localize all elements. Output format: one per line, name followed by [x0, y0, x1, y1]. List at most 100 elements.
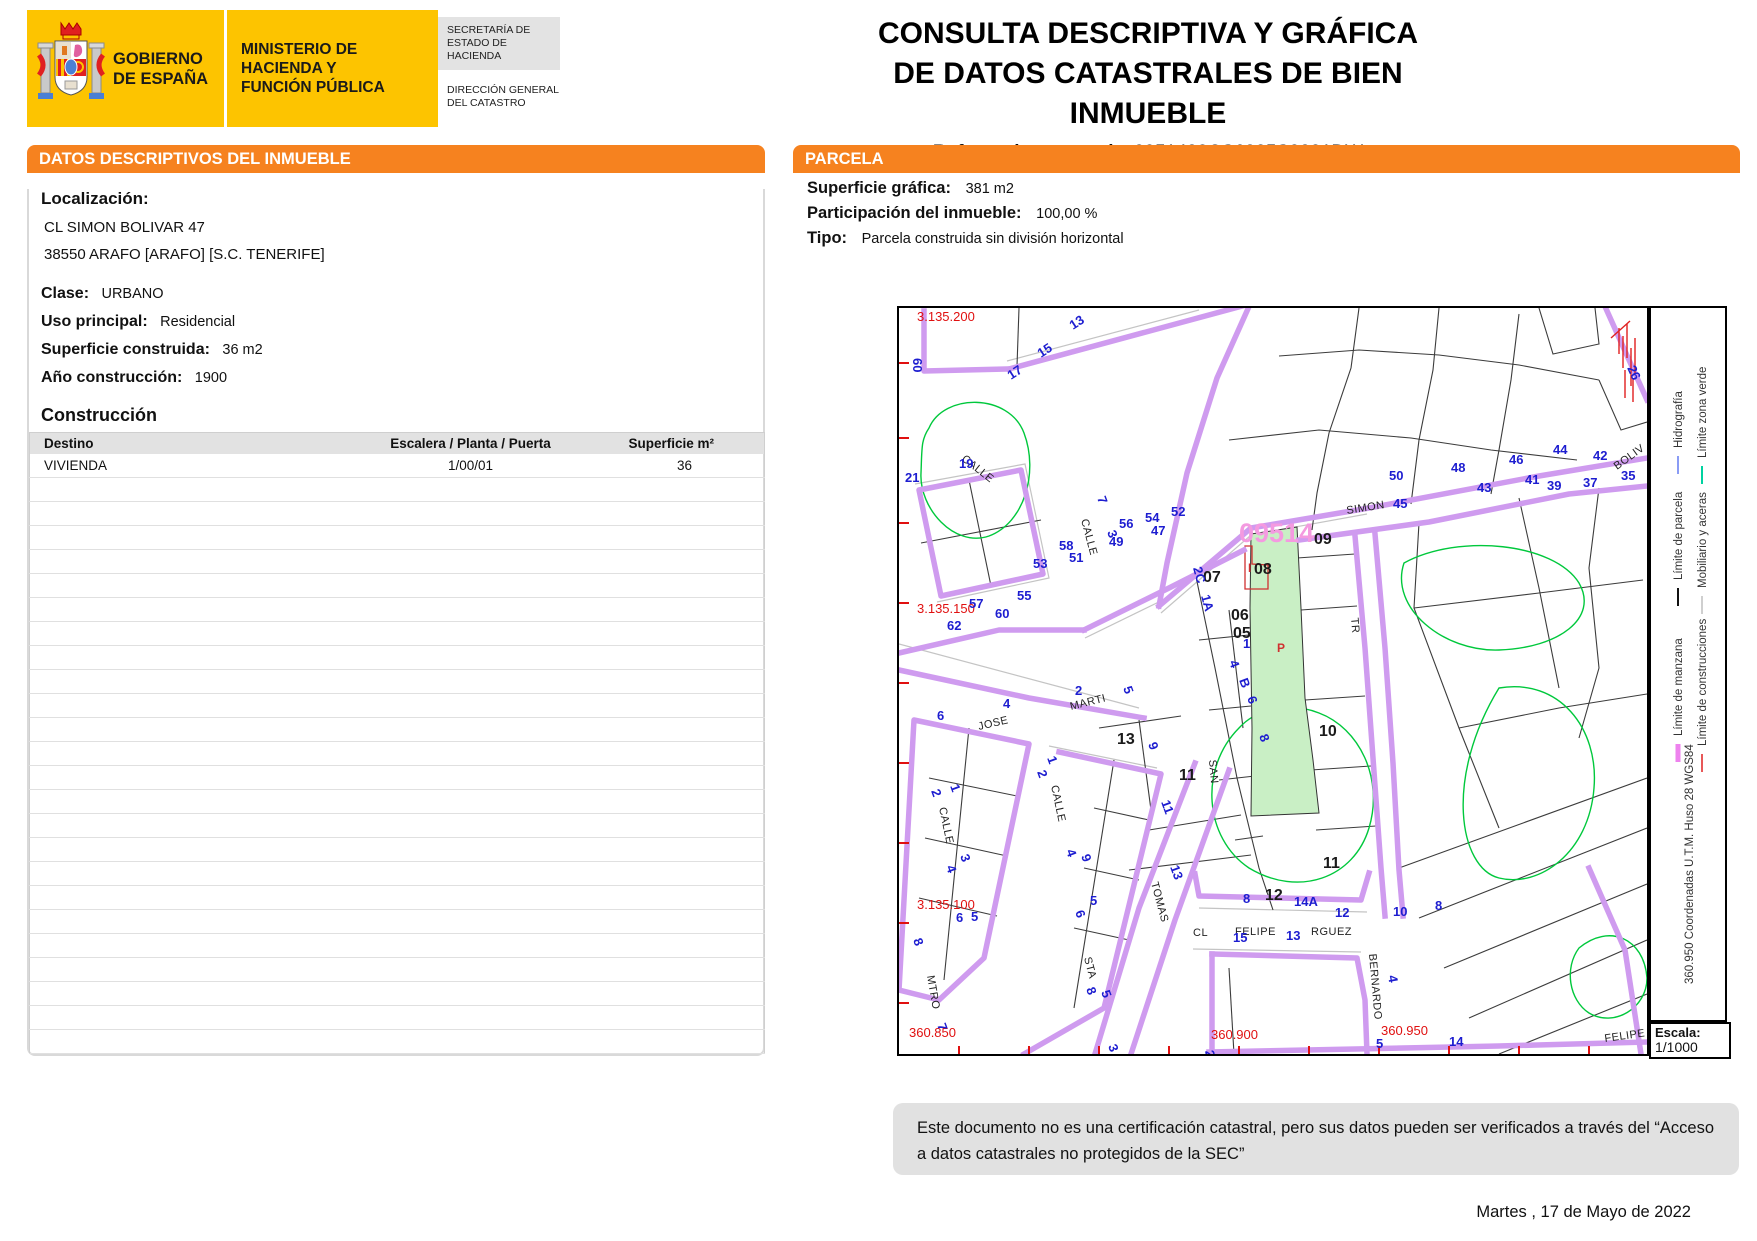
table-cell [338, 693, 603, 718]
field-label: Año construcción: [41, 369, 183, 386]
table-cell [338, 501, 603, 526]
field-superficie-construida: Superficie construida: 36 m2 [41, 341, 763, 359]
map-label: 10 [1319, 723, 1337, 740]
table-cell [602, 717, 765, 742]
map-label: 5 [971, 909, 978, 924]
table-cell [338, 669, 603, 694]
table-row [29, 981, 765, 1006]
map-label: 6 [937, 708, 944, 723]
map-label: 37 [1583, 475, 1597, 490]
map-label: 13 [1117, 731, 1135, 748]
map-label: 8 [1435, 898, 1442, 913]
field-ano-construccion: Año construcción: 1900 [41, 369, 763, 387]
table-cell [29, 669, 339, 694]
map-label: CL [1193, 927, 1208, 939]
legend-item-label: Hidrografía [1673, 391, 1685, 448]
table-cell [602, 909, 765, 934]
map-label: 1 [1243, 636, 1250, 651]
table-cell [602, 885, 765, 910]
table-row [29, 933, 765, 958]
table-row [29, 645, 765, 670]
table-row [29, 717, 765, 742]
title-line-2: DE DATOS CATASTRALES DE BIEN INMUEBLE [893, 57, 1403, 130]
legend-item-label: Límite de construcciones [1697, 619, 1709, 746]
secretaria-box: SECRETARÍA DE ESTADO DE HACIENDA [438, 17, 560, 70]
map-label: 56 [1119, 516, 1133, 531]
field-label: Tipo: [807, 229, 848, 247]
map-label: 3.135.150 [917, 601, 975, 616]
table-row [29, 1005, 765, 1030]
table-cell [29, 861, 339, 886]
table-row [29, 1029, 765, 1054]
table-row [29, 789, 765, 814]
direccion-label: DIRECCIÓN GENERAL DEL CATASTRO [447, 84, 559, 109]
table-cell [338, 981, 603, 1006]
map-label: 3.135.200 [917, 309, 975, 324]
table-cell [338, 573, 603, 598]
table-cell [602, 765, 765, 790]
table-cell [29, 717, 339, 742]
table-cell [29, 765, 339, 790]
datos-descriptivos-header: DATOS DESCRIPTIVOS DEL INMUEBLE [27, 145, 765, 173]
map-label: 57 [969, 596, 983, 611]
table-cell [338, 813, 603, 838]
table-row [29, 885, 765, 910]
map-label: 360.950 [1381, 1023, 1428, 1038]
table-row [29, 861, 765, 886]
table-row [29, 573, 765, 598]
map-label: 2 [1075, 683, 1082, 698]
table-cell [29, 525, 339, 550]
table-cell [29, 885, 339, 910]
map-label: 53 [1033, 556, 1047, 571]
table-row [29, 693, 765, 718]
header-bold: INMUEBLE [264, 150, 351, 168]
map-label: 19 [959, 456, 973, 471]
government-logo-block: GOBIERNO DE ESPAÑA MINISTERIO DE HACIEND… [27, 10, 438, 127]
table-row [29, 477, 765, 502]
scale-value: 1/1000 [1655, 1039, 1698, 1055]
field-label: Participación del inmueble: [807, 204, 1022, 222]
table-cell [602, 477, 765, 502]
ministerio-section: MINISTERIO DE HACIENDA Y FUNCIÓN PÚBLICA [227, 10, 438, 127]
table-cell [602, 693, 765, 718]
table-cell [29, 597, 339, 622]
header-prefix: DATOS DESCRIPTIVOS DEL [39, 150, 265, 168]
field-value: 36 m2 [222, 342, 263, 358]
map-label: 11 [1323, 855, 1340, 872]
legend-item-label: Mobiliario y aceras [1697, 492, 1709, 588]
table-row [29, 549, 765, 574]
map-label: 43 [1477, 480, 1491, 495]
map-label: 4 [1003, 696, 1011, 711]
field-uso-principal: Uso principal: Residencial [41, 313, 763, 331]
map-label: SAN [1206, 759, 1220, 784]
table-cell [602, 573, 765, 598]
table-row [29, 813, 765, 838]
table-header-row: Destino Escalera / Planta / Puerta Super… [29, 432, 765, 454]
table-row [29, 597, 765, 622]
map-legend: Hidrografía Límite zona verde Límite de pa… [1649, 306, 1727, 1022]
table-cell [29, 477, 339, 502]
cadastral-map-svg: 3.135.2003.135.1503.135.100360.850 360.90… [895, 298, 1651, 1059]
map-label: 6 [956, 910, 963, 925]
legend-item-label: Límite de manzana [1673, 638, 1685, 736]
table-cell [29, 693, 339, 718]
map-label: 60 [995, 606, 1009, 621]
table-cell [29, 1005, 339, 1030]
map-label: 49 [1109, 534, 1123, 549]
column-header-superficie: Superficie m² [602, 432, 765, 454]
field-clase: Clase: URBANO [41, 285, 763, 303]
field-value: Parcela construida sin división horizont… [861, 231, 1124, 247]
column-header-escalera: Escalera / Planta / Puerta [338, 432, 603, 454]
table-cell [338, 597, 603, 622]
table-cell [338, 741, 603, 766]
field-tipo: Tipo: Parcela construida sin división ho… [807, 229, 1740, 248]
map-label: 06 [1231, 607, 1249, 624]
table-cell [29, 813, 339, 838]
table-cell [338, 1005, 603, 1030]
map-label: 44 [1553, 442, 1568, 457]
field-value: 381 m2 [965, 181, 1014, 197]
map-label: 47 [1151, 523, 1165, 538]
table-cell [29, 573, 339, 598]
table-cell [602, 933, 765, 958]
map-label: 35 [1621, 468, 1635, 483]
